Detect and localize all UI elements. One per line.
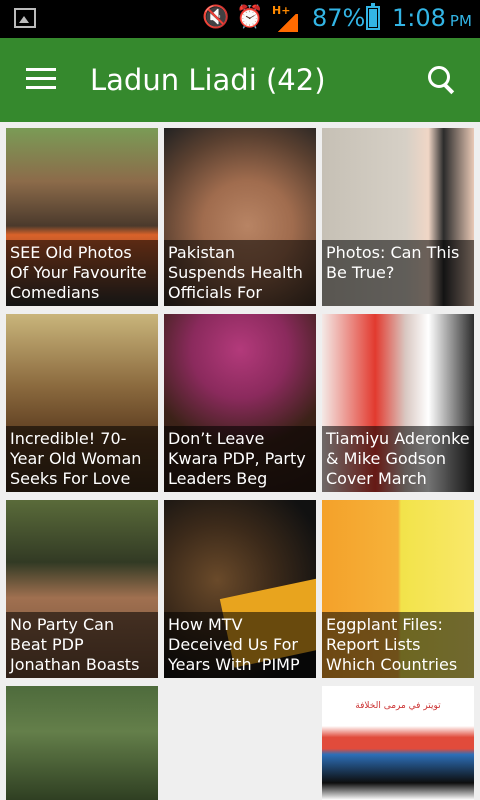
image-notification-icon: [14, 8, 36, 28]
article-title: SEE Old Photos Of Your Favourite Comedia…: [6, 240, 158, 306]
app-bar: Ladun Liadi (42): [0, 38, 480, 122]
article-title: Don’t Leave Kwara PDP, Party Leaders Beg…: [164, 426, 316, 492]
menu-icon[interactable]: [26, 68, 56, 90]
article-title: Pakistan Suspends Health Officials For: [164, 240, 316, 306]
article-title: No Party Can Beat PDP Jonathan Boasts: [6, 612, 158, 678]
article-card[interactable]: Don’t Leave Kwara PDP, Party Leaders Beg…: [164, 314, 316, 492]
article-card[interactable]: Tiamiyu Aderonke & Mike Godson Cover Mar…: [322, 314, 474, 492]
signal-icon: H+: [272, 4, 302, 32]
page-title: Ladun Liadi (42): [90, 63, 326, 97]
article-card[interactable]: Photos: Can This Be True?: [322, 128, 474, 306]
ampm: PM: [449, 12, 472, 30]
status-clock: 1:08 PM: [392, 4, 472, 32]
article-card[interactable]: How MTV Deceived Us For Years With ‘PIMP: [164, 500, 316, 678]
article-image-text: تويتر في مرمى الخلافة: [355, 701, 441, 711]
article-image: [6, 686, 158, 800]
article-card[interactable]: Incredible! 70-Year Old Woman Seeks For …: [6, 314, 158, 492]
article-title: Photos: Can This Be True?: [322, 240, 474, 306]
article-title: Eggplant Files: Report Lists Which Count…: [322, 612, 474, 678]
mute-icon: 🔇: [202, 5, 230, 30]
article-title: How MTV Deceived Us For Years With ‘PIMP: [164, 612, 316, 678]
battery-percent: 87%: [312, 4, 366, 32]
article-grid: SEE Old Photos Of Your Favourite Comedia…: [0, 122, 480, 800]
article-title: Incredible! 70-Year Old Woman Seeks For …: [6, 426, 158, 492]
article-card[interactable]: Pakistan Suspends Health Officials For: [164, 128, 316, 306]
article-card[interactable]: No Party Can Beat PDP Jonathan Boasts: [6, 500, 158, 678]
article-card[interactable]: تويتر في مرمى الخلافة: [322, 686, 474, 800]
article-card[interactable]: SEE Old Photos Of Your Favourite Comedia…: [6, 128, 158, 306]
article-card[interactable]: [6, 686, 158, 800]
battery-icon: [366, 3, 380, 30]
article-title: Tiamiyu Aderonke & Mike Godson Cover Mar…: [322, 426, 474, 492]
search-icon[interactable]: [428, 66, 456, 95]
article-card[interactable]: Eggplant Files: Report Lists Which Count…: [322, 500, 474, 678]
time: 1:08: [392, 4, 446, 32]
alarm-icon: ⏰: [236, 5, 264, 30]
status-bar: 🔇 ⏰ H+ 87% 1:08 PM: [0, 0, 480, 38]
